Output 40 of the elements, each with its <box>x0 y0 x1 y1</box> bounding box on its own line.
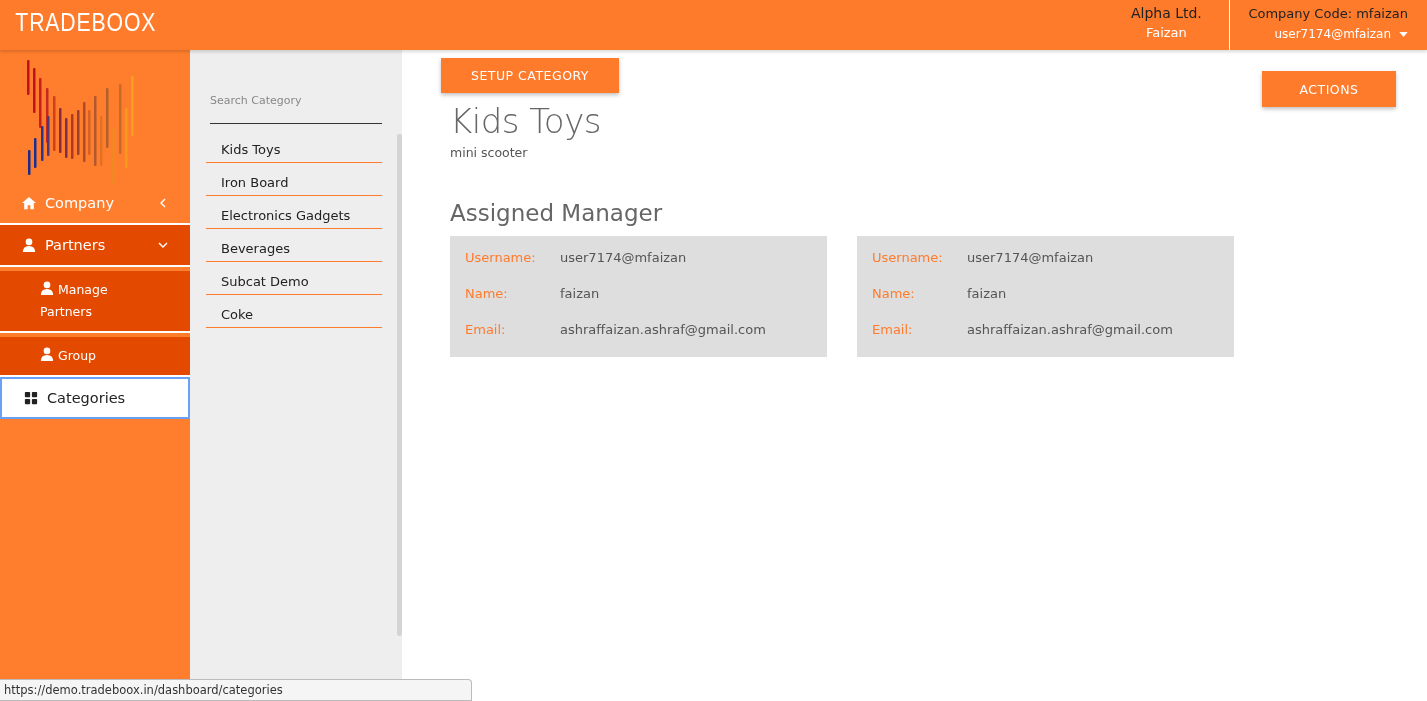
category-item[interactable]: Iron Board <box>206 163 382 196</box>
brand-logo-text: TRADEBOOX <box>14 7 157 38</box>
status-url: https://demo.tradeboox.in/dashboard/categories <box>0 679 472 701</box>
field-value: user7174@mfaizan <box>967 250 1094 267</box>
category-item[interactable]: Coke <box>206 295 382 328</box>
field-label: Name: <box>465 286 509 303</box>
category-item[interactable]: Beverages <box>206 229 382 262</box>
category-description: mini scooter <box>450 145 529 160</box>
search-field[interactable]: Search Category <box>210 88 382 124</box>
field-label: Email: <box>465 322 507 339</box>
field-value: ashraffaizan.ashraf@gmail.com <box>967 322 1173 339</box>
field-label: Email: <box>872 322 914 339</box>
category-item[interactable]: Subcat Demo <box>206 262 382 295</box>
user-icon <box>40 347 54 361</box>
nav-item[interactable]: Categories <box>0 377 190 419</box>
company-code: Company Code: mfaizan <box>1248 6 1408 21</box>
field-value: faizan <box>560 286 600 303</box>
home-icon <box>22 196 36 210</box>
grid-icon <box>24 391 38 405</box>
field-label: Username: <box>465 250 537 267</box>
field-value: ashraffaizan.ashraf@gmail.com <box>560 322 766 339</box>
caret-icon <box>1399 31 1408 37</box>
chevron-left-icon <box>158 198 168 208</box>
category-title: Kids Toys <box>450 101 601 141</box>
field-value: faizan <box>967 286 1007 303</box>
nav-item[interactable]: Group <box>0 337 190 377</box>
user-icon <box>22 238 36 252</box>
section-title: Assigned Manager <box>450 200 664 226</box>
field-label: Name: <box>872 286 916 303</box>
user-name: Faizan <box>1144 25 1188 40</box>
field-value: user7174@mfaizan <box>560 250 687 267</box>
category-item[interactable]: Electronics Gadgets <box>206 196 382 229</box>
nav-item[interactable]: Partners <box>0 225 190 267</box>
company-name: Alpha Ltd. <box>1129 5 1203 21</box>
nav-item[interactable]: Manage Partners <box>0 271 190 333</box>
field-label: Username: <box>872 250 944 267</box>
category-item[interactable]: Kids Toys <box>206 130 382 163</box>
scrollbar[interactable] <box>397 134 402 636</box>
chevron-down-icon <box>158 240 168 250</box>
user-icon <box>40 281 54 295</box>
